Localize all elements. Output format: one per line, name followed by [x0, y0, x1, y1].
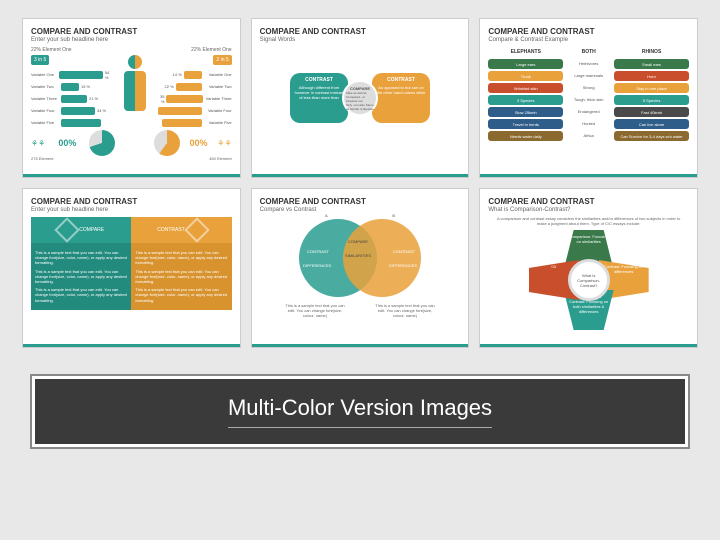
table-cell: Can live alone	[614, 119, 689, 129]
bar-row: Variable One54 %	[31, 70, 115, 79]
slide-title: COMPARE AND CONTRAST	[260, 197, 461, 206]
table-cell: 3 Species	[488, 95, 563, 105]
ratio-badge: 2 in 5	[213, 55, 231, 65]
table-cell: Stay in one place	[614, 83, 689, 93]
center-circle: What is Comparison-Contrast?	[568, 259, 610, 301]
diamond-icon	[54, 217, 79, 242]
element-count: 275 Element	[31, 156, 115, 161]
percent-value: 00%	[189, 138, 207, 148]
slide-subtitle: Enter your sub headline here	[31, 207, 232, 213]
caption: This is a sample text that you can edit.…	[375, 303, 435, 318]
contrast-header: CONTRAST	[131, 217, 231, 243]
table-cell: Large mammals	[566, 71, 611, 81]
table-cell: Small ears	[614, 59, 689, 69]
bar-row: Variable Five	[154, 118, 232, 127]
bar-row: Variable Five	[31, 118, 115, 127]
table-cell: Needs water daily	[488, 131, 563, 141]
slide-title: COMPARE AND CONTRAST	[31, 27, 232, 36]
table-cell: Trunk	[488, 71, 563, 81]
bar-row: Variable Two15 %	[31, 82, 115, 91]
table-cell: Endangered	[566, 107, 611, 117]
table-cell: Herbivores	[566, 59, 611, 69]
bar-row: 35 %Variable Three	[154, 94, 232, 103]
contrast-box: CONTRAST Although different from however…	[290, 73, 348, 123]
slide-subtitle: Enter your sub headline here	[31, 37, 232, 43]
title-banner: Multi-Color Version Images	[32, 376, 688, 447]
table-cell: Strong	[566, 83, 611, 93]
compare-circle: COMPARE Alike as well as Compared...or L…	[342, 80, 378, 116]
table-cell: Horn	[614, 71, 689, 81]
description: A comparison and contrast essay consider…	[496, 216, 681, 226]
bar-row: Variable Three21 %	[31, 94, 115, 103]
hexagon-diagram: Comparison: Focusing on similarities Con…	[529, 230, 649, 330]
slide-title: COMPARE AND CONTRAST	[31, 197, 232, 206]
slide-2[interactable]: COMPARE AND CONTRAST Signal Words CONTRA…	[251, 18, 470, 178]
caption: This is a sample text that you can edit.…	[285, 303, 345, 318]
table-cell: Tough, thick skin	[566, 95, 611, 105]
table-cell: Wrinkled skin	[488, 83, 563, 93]
percent-value: 00%	[58, 138, 76, 148]
compare-header: COMPARE	[31, 217, 131, 243]
table-cell: Can Survive for 3-4 days w/o water	[614, 131, 689, 141]
split-person-icon	[120, 55, 150, 115]
slide-1[interactable]: COMPARE AND CONTRAST Enter your sub head…	[22, 18, 241, 178]
element-count: 450 Element	[154, 156, 232, 161]
diamond-icon	[184, 217, 209, 242]
people-icon: ⚘⚘	[217, 139, 231, 148]
pie-chart-icon	[89, 130, 115, 156]
slide-title: COMPARE AND CONTRAST	[260, 27, 461, 36]
slide-6[interactable]: COMPARE AND CONTRAST What is Comparison-…	[479, 188, 698, 348]
pie-chart-icon	[154, 130, 180, 156]
slide-4[interactable]: COMPARE AND CONTRAST Enter your sub head…	[22, 188, 241, 348]
table-cell: Africa	[566, 131, 611, 141]
ratio-badge: 3 in 5	[31, 55, 49, 65]
venn-diagram: A B COMPARE SIMILARITIES CONTRAST CONTRA…	[295, 219, 425, 299]
slide-title: COMPARE AND CONTRAST	[488, 27, 689, 36]
slide-3[interactable]: COMPARE AND CONTRAST Compare & Contrast …	[479, 18, 698, 178]
slide-subtitle: Compare & Contrast Example	[488, 37, 689, 43]
bar-row: 22 %Variable Two	[154, 82, 232, 91]
table-cell: Large ears	[488, 59, 563, 69]
slide-subtitle: What is Comparison-Contrast?	[488, 207, 689, 213]
table-cell: 5 Species	[614, 95, 689, 105]
compare-column: This is a sample text that you can edit.…	[31, 243, 131, 310]
contrast-column: This is a sample text that you can edit.…	[131, 243, 231, 310]
bar-row: Variable Four	[154, 106, 232, 115]
slide-title: COMPARE AND CONTRAST	[488, 197, 689, 206]
element-label: 22% Element One	[31, 47, 115, 53]
slide-gallery: COMPARE AND CONTRAST Enter your sub head…	[0, 0, 720, 358]
table-cell: Travel in herds	[488, 119, 563, 129]
slide-subtitle: Compare vs Contrast	[260, 207, 461, 213]
column-header: RHINOS	[614, 47, 689, 57]
contrast-box: CONTRAST As opposed to but can on the ot…	[372, 73, 430, 123]
slide-5[interactable]: COMPARE AND CONTRAST Compare vs Contrast…	[251, 188, 470, 348]
people-icon: ⚘⚘	[31, 139, 45, 148]
table-cell: Slow 25kmh	[488, 107, 563, 117]
bar-row: Variable Four34 %	[31, 106, 115, 115]
column-header: ELEPHANTS	[488, 47, 563, 57]
element-label: 22% Element One	[154, 47, 232, 53]
column-header: BOTH	[566, 47, 611, 57]
bar-row: 14 %Variable One	[154, 70, 232, 79]
table-cell: Fast 40kmh	[614, 107, 689, 117]
banner-text: Multi-Color Version Images	[228, 395, 492, 428]
table-cell: Hunted	[566, 119, 611, 129]
